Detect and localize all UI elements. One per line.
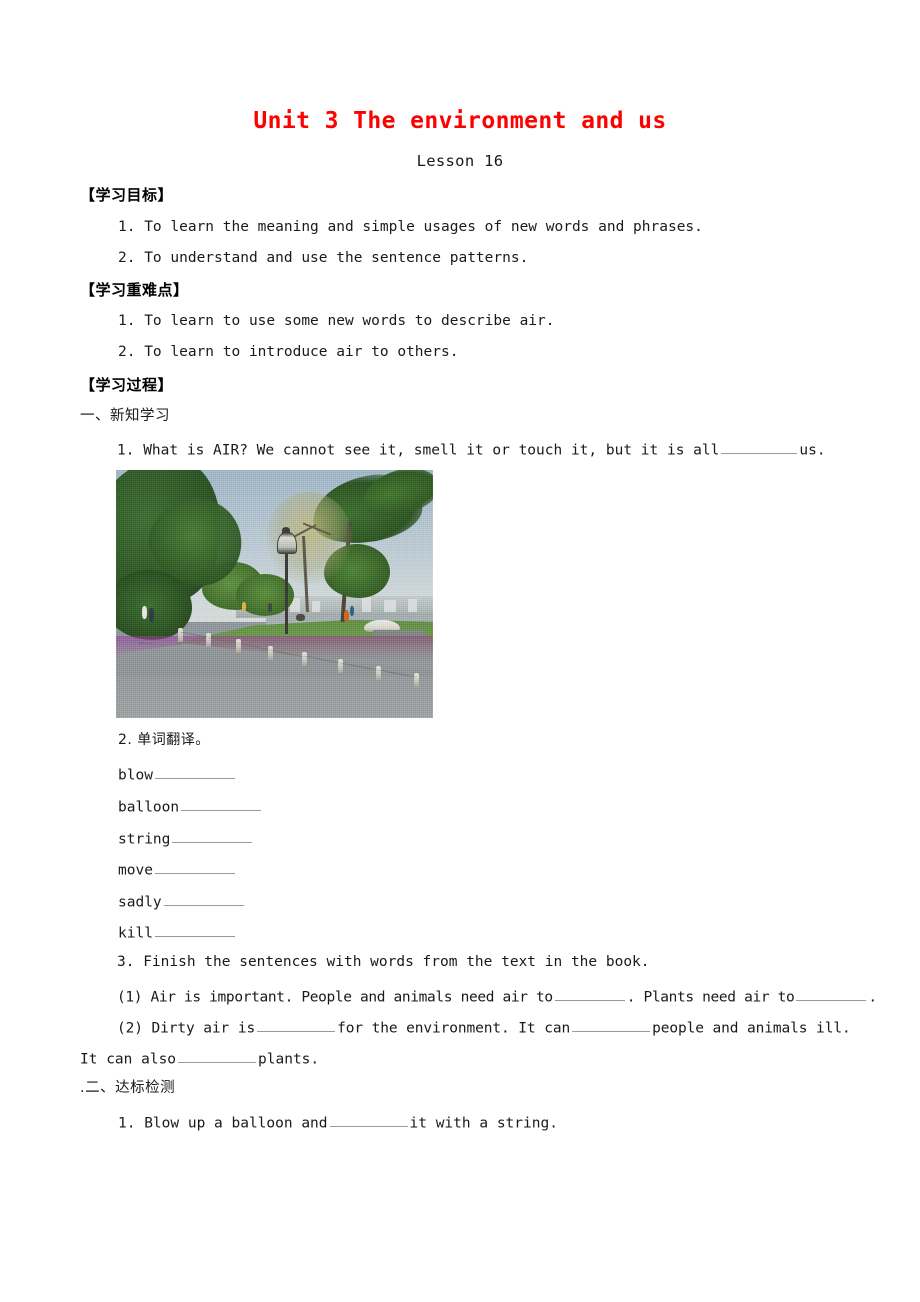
photo-person <box>242 602 246 611</box>
vocab-row: kill <box>118 923 237 941</box>
photo-bollard <box>268 646 273 660</box>
question-1-text-after: us. <box>799 442 826 459</box>
vocab-row: balloon <box>118 797 263 815</box>
vocab-word: balloon <box>118 799 180 816</box>
question-3-item-2: (2) Dirty air is for the environment. It … <box>117 1018 851 1037</box>
lesson-subtitle: Lesson 16 <box>416 152 504 170</box>
vocab-row: blow <box>118 765 237 783</box>
vocab-blank[interactable] <box>163 892 244 907</box>
subheading-part-two: .二、达标检测 <box>80 1080 176 1096</box>
vocab-word: sadly <box>118 894 162 911</box>
page-title: Unit 3 The environment and us <box>253 108 667 134</box>
objective-item-1: 1. To learn the meaning and simple usage… <box>118 219 703 235</box>
test-q1-blank[interactable] <box>329 1113 408 1128</box>
park-photo <box>116 470 433 718</box>
question-1-text-before: 1. What is AIR? We cannot see it, smell … <box>117 442 720 459</box>
vocab-word: blow <box>118 767 153 784</box>
photo-far-building <box>362 597 371 612</box>
q3-1-text-a: (1) Air is important. People and animals… <box>117 989 553 1006</box>
vocab-blank[interactable] <box>181 797 262 812</box>
q3-2-wrap-text-a: It can also <box>80 1051 177 1068</box>
test-question-1: 1. Blow up a balloon and it with a string… <box>118 1113 558 1132</box>
heading-objectives: 【学习目标】 <box>80 186 174 204</box>
vocab-row: sadly <box>118 892 246 910</box>
photo-far-building <box>384 600 396 612</box>
q3-1-blank-1[interactable] <box>554 987 625 1002</box>
q3-2-text-b: for the environment. It can <box>337 1020 571 1037</box>
question-1-line: 1. What is AIR? We cannot see it, smell … <box>117 440 826 459</box>
photo-bollard <box>376 666 381 680</box>
q3-2-blank-1[interactable] <box>257 1018 336 1033</box>
photo-bollard <box>178 628 183 642</box>
question-2-heading: 2. 单词翻译。 <box>118 732 210 748</box>
photo-person <box>149 608 154 622</box>
photo-bollard <box>206 633 211 647</box>
photo-person <box>344 610 349 622</box>
vocab-word: string <box>118 831 171 848</box>
photo-bollard <box>236 639 241 653</box>
heading-key-points: 【学习重难点】 <box>80 281 189 299</box>
photo-far-building <box>408 599 417 612</box>
vocab-row: move <box>118 860 237 878</box>
q3-1-blank-2[interactable] <box>796 987 867 1002</box>
photo-lamppost-pole <box>285 548 288 634</box>
q3-1-text-c: . <box>868 989 877 1006</box>
photo-person <box>268 603 272 612</box>
photo-bollard <box>302 652 307 666</box>
key-point-item-1: 1. To learn to use some new words to des… <box>118 313 555 329</box>
q3-2-blank-3[interactable] <box>178 1049 257 1064</box>
q3-1-text-b: . Plants need air to <box>626 989 795 1006</box>
objective-item-2: 2. To understand and use the sentence pa… <box>118 250 529 266</box>
worksheet-page: Unit 3 The environment and us Lesson 16 … <box>0 0 920 1302</box>
q3-2-blank-2[interactable] <box>572 1018 651 1033</box>
photo-bollard <box>414 673 419 687</box>
photo-lamppost-cap <box>282 527 290 533</box>
photo-person <box>142 606 147 619</box>
question-3-heading: 3. Finish the sentences with words from … <box>117 954 650 970</box>
subheading-part-one: 一、新知学习 <box>80 408 170 424</box>
photo-person <box>350 606 354 616</box>
q3-2-text-a: (2) Dirty air is <box>117 1020 256 1037</box>
vocab-blank[interactable] <box>154 923 235 938</box>
question-3-item-2-wrap: It can also plants. <box>80 1049 319 1068</box>
photo-bench <box>296 614 305 621</box>
q3-2-wrap-text-b: plants. <box>258 1051 320 1068</box>
vocab-blank[interactable] <box>154 860 235 875</box>
photo-far-building <box>312 601 320 612</box>
test-q1-text-after: it with a string. <box>409 1115 558 1132</box>
key-point-item-2: 2. To learn to introduce air to others. <box>118 344 459 360</box>
vocab-word: kill <box>118 925 153 942</box>
vocab-blank[interactable] <box>154 765 235 780</box>
photo-lamppost-lantern <box>277 532 297 554</box>
vocab-blank[interactable] <box>172 829 253 844</box>
q3-2-text-c: people and animals ill. <box>652 1020 851 1037</box>
test-q1-text-before: 1. Blow up a balloon and <box>118 1115 328 1132</box>
vocab-word: move <box>118 862 153 879</box>
vocab-row: string <box>118 829 254 847</box>
photo-bollard <box>338 659 343 673</box>
heading-process: 【学习过程】 <box>80 376 174 394</box>
question-1-blank[interactable] <box>721 440 798 455</box>
question-3-item-1: (1) Air is important. People and animals… <box>117 987 877 1006</box>
